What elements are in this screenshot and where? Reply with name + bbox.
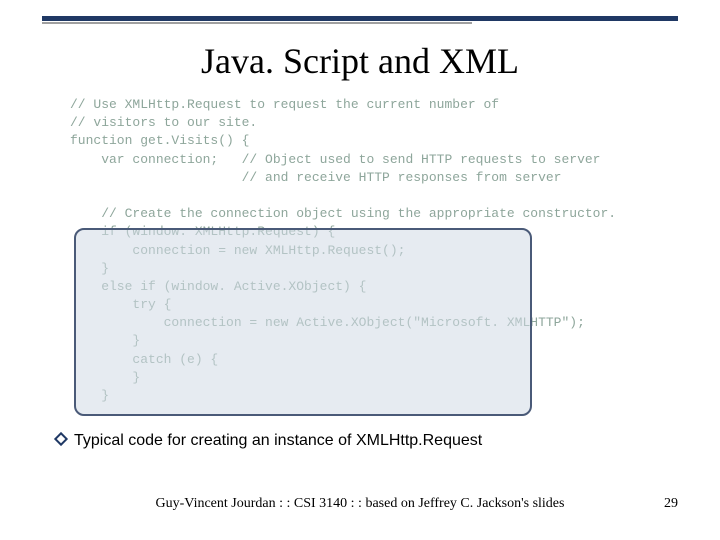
footer-text: Guy-Vincent Jourdan : : CSI 3140 : : bas… [0, 496, 720, 512]
slide-title: Java. Script and XML [0, 40, 720, 82]
bullet-icon [54, 432, 68, 446]
header-bar [42, 16, 678, 21]
header-accent [42, 22, 472, 24]
highlight-box [74, 228, 532, 416]
caption-text: Typical code for creating an instance of… [74, 432, 482, 450]
page-number: 29 [664, 496, 678, 512]
